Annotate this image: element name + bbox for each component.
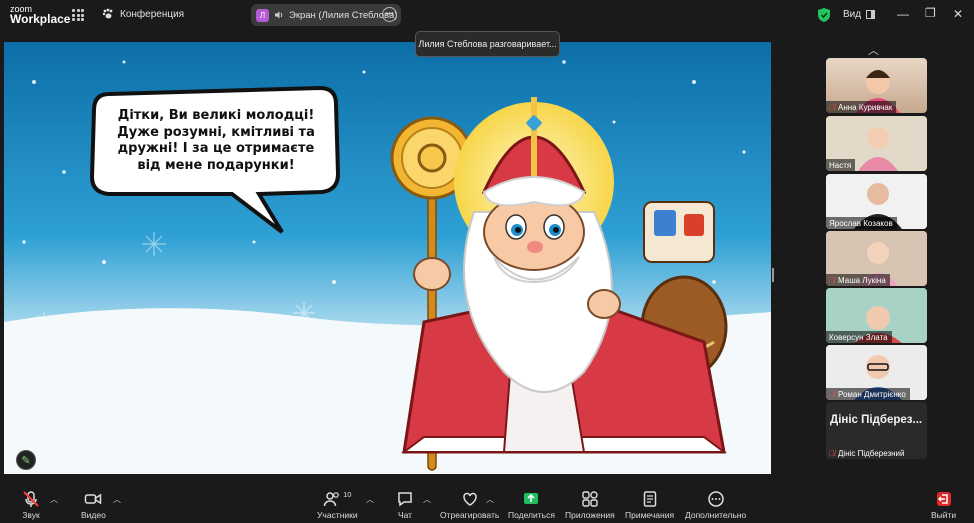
participants-label: Участники [317,510,358,520]
speaking-toast: Лилия Стеблова разговаривает... [415,31,560,57]
top-bar: zoom Workplace Конференция Л Экран (Лили… [0,0,974,30]
participant-name-text: Анна Куривчак [838,102,893,112]
participant-name: 🎙̸ Анна Куривчак [826,101,897,113]
leave-button[interactable]: Выйти [931,490,956,520]
audio-label: Звук [22,510,40,520]
participant-name: Коверсун Злата [826,331,892,343]
bubble-line: дружні! І за це отримаєте [117,141,315,156]
leave-label: Выйти [931,510,957,520]
notes-icon [643,491,656,507]
participant-tile[interactable]: 🎙̸ Маша Лукіна [826,231,927,286]
bubble-line: Дуже розумні, кмітливі та [117,124,315,140]
mic-muted-icon: 🎙̸ [829,102,835,112]
meeting-toolbar: Звук ︿ Видео ︿ 10 Участники ︿ Чат ︿ Отре… [0,486,974,523]
sharer-avatar: Л [256,8,269,22]
react-options-chevron-icon[interactable]: ︿ [486,494,494,505]
mic-muted-icon: 🎙̸ [829,448,835,458]
participant-tile[interactable]: Коверсун Злата [826,288,927,343]
screen-share-pill[interactable]: Л Экран (Лилия Стеблова) ••• [251,4,401,26]
participant-name: Настя [826,159,856,171]
heart-icon [462,492,477,506]
participants-button[interactable]: 10 Участники [317,490,358,520]
chat-icon [398,492,412,507]
share-more-icon[interactable]: ••• [382,7,397,22]
mic-muted-icon [23,491,39,507]
paw-icon [102,8,113,19]
notes-button[interactable]: Примечания [625,490,674,520]
video-button[interactable]: Видео [81,490,106,520]
apps-grid-icon[interactable] [72,9,84,21]
bubble-line: від мене подарунки! [137,157,295,173]
more-icon [707,491,724,507]
share-label: Поделиться [508,510,555,520]
participant-name-text: Коверсун Злата [829,332,888,342]
chat-options-chevron-icon[interactable]: ︿ [423,494,431,505]
zoom-logo: zoom Workplace [10,4,71,26]
participant-name-text: Маша Лукіна [838,275,886,285]
notes-label: Примечания [625,510,675,520]
video-label: Видео [81,510,106,520]
share-screen-icon [524,493,539,504]
shared-screen[interactable]: Дітки, Ви великі молодці! Дуже розумні, … [4,42,771,474]
participant-tile[interactable]: 🎙̸ Роман Дмитрієнко [826,345,927,400]
participants-count: 10 [343,490,352,499]
share-button[interactable]: Поделиться [508,490,555,520]
view-label: Вид [843,9,862,20]
apps-icon [582,491,598,507]
audio-options-chevron-icon[interactable]: ︿ [50,494,58,505]
meeting-label: Конференция [120,8,185,20]
scroll-up-chevron-icon[interactable]: ︿ [868,42,879,58]
participant-name-text: Дініс Підберезний [838,448,905,458]
participants-options-chevron-icon[interactable]: ︿ [366,494,374,505]
close-icon[interactable]: ✕ [953,7,963,21]
annotate-pen-icon[interactable]: ✎ [16,450,36,470]
slide-illustration [4,42,771,474]
panel-resize-handle[interactable] [772,268,774,282]
mic-muted-icon: 🎙̸ [829,389,835,399]
more-button[interactable]: Дополнительно [685,490,746,520]
participants-icon [323,492,339,507]
view-button[interactable]: Вид [843,9,876,20]
participant-name: 🎙̸ Роман Дмитрієнко [826,388,910,400]
participant-name: 🎙̸ Маша Лукіна [826,274,890,286]
participant-name: Ярослав Козаков [826,217,897,229]
mic-muted-icon: 🎙̸ [829,275,835,285]
apps-label: Приложения [565,510,615,520]
restore-icon[interactable]: ❐ [925,6,936,20]
video-camera-icon [85,493,102,505]
participant-name-text: Роман Дмитрієнко [838,389,906,399]
participant-display-name: Дініс Підберез... [830,414,923,426]
participant-name-text: Ярослав Козаков [829,218,893,228]
apps-button[interactable]: Приложения [565,490,615,520]
react-label: Отреагировать [440,510,500,520]
more-label: Дополнительно [685,510,747,520]
participant-tile[interactable]: 🎙̸ Анна Куривчак [826,58,927,113]
participant-name: 🎙̸ Дініс Підберезний [826,447,909,459]
shield-icon[interactable] [818,8,830,22]
participant-tile[interactable]: Настя [826,116,927,171]
speech-bubble-text: Дітки, Ви великі молодці! Дуже розумні, … [100,108,332,174]
bubble-line: Дітки, Ви великі молодці! [117,108,315,123]
speaker-icon [275,11,283,19]
logo-bottom-text: Workplace [10,12,71,26]
chat-button[interactable]: Чат [396,490,414,520]
leave-icon [936,492,951,506]
participant-tile[interactable]: Ярослав Козаков [826,174,927,229]
participant-name-text: Настя [829,160,852,170]
participant-tile[interactable]: Дініс Підберез... 🎙̸ Дініс Підберезний [826,402,927,459]
video-options-chevron-icon[interactable]: ︿ [113,494,121,505]
chat-label: Чат [397,510,413,520]
minimize-icon[interactable]: — [897,7,909,21]
audio-button[interactable]: Звук [22,490,40,520]
meeting-info[interactable]: Конференция [102,8,184,20]
view-layout-icon [866,10,876,19]
